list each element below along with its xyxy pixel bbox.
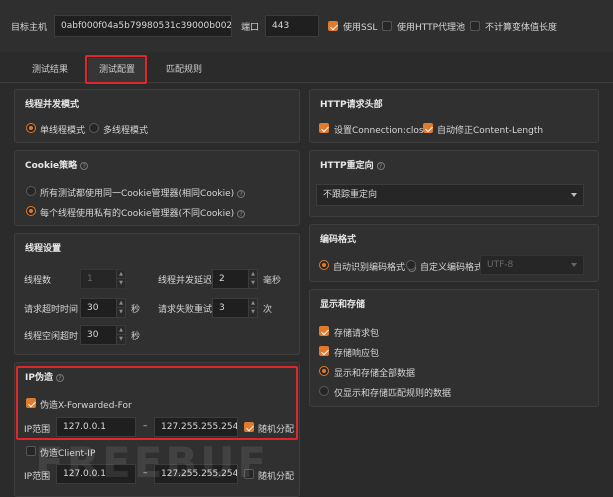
- chevron-down-icon[interactable]: [571, 193, 577, 197]
- chevron-up-icon[interactable]: ▲: [249, 299, 257, 308]
- show-all-label: 显示和存储全部数据: [334, 369, 416, 379]
- show-match-radio[interactable]: [319, 386, 329, 396]
- redirect-select[interactable]: 不跟踪重定向: [316, 184, 584, 206]
- redirect-title-text: HTTP重定向: [320, 161, 374, 171]
- tab-test-config-highlight: [85, 55, 147, 84]
- cookie-private-label: 每个线程使用私有的Cookie管理器(不同Cookie)?: [40, 206, 246, 219]
- encoding-custom-text: 自定义编码格式: [420, 263, 484, 273]
- fix-content-length-label: 自动修正Content-Length: [437, 126, 544, 136]
- help-icon[interactable]: ?: [237, 209, 246, 218]
- save-request-checkbox[interactable]: [319, 326, 329, 336]
- help-icon[interactable]: ?: [80, 161, 89, 170]
- multi-thread-label: 多线程模式: [103, 126, 149, 136]
- thread-delay-stepper[interactable]: ▲ ▼: [248, 270, 257, 288]
- multi-thread-radio[interactable]: [89, 123, 99, 133]
- retry-label: 请求失败重试: [158, 305, 213, 315]
- chevron-down-icon[interactable]: ▼: [249, 308, 257, 317]
- chevron-up-icon[interactable]: ▲: [117, 270, 125, 279]
- chevron-up-icon[interactable]: ▲: [117, 326, 125, 335]
- http-headers-title: HTTP请求头部: [320, 100, 383, 110]
- thread-delay-unit: 毫秒: [263, 276, 282, 286]
- chevron-down-icon[interactable]: ▼: [249, 279, 257, 288]
- thread-delay-label: 线程并发延迟: [158, 276, 213, 286]
- encoding-auto-label: 自动识别编码格式?: [333, 260, 417, 273]
- watermark-logo: FREEBUF: [35, 438, 270, 487]
- show-match-label: 仅显示和存储匹配规则的数据: [334, 389, 452, 399]
- redirect-title: HTTP重定向?: [320, 158, 385, 171]
- show-all-radio[interactable]: [319, 366, 329, 376]
- encoding-custom-radio[interactable]: [406, 260, 416, 270]
- chevron-down-icon[interactable]: ▼: [117, 308, 125, 317]
- retry-stepper[interactable]: ▲ ▼: [248, 299, 257, 317]
- save-response-checkbox[interactable]: [319, 346, 329, 356]
- fix-content-length-checkbox[interactable]: [423, 123, 433, 133]
- save-response-label: 存储响应包: [334, 349, 380, 359]
- use-ssl-checkbox[interactable]: [328, 21, 338, 31]
- thread-count-stepper[interactable]: ▲ ▼: [116, 270, 125, 288]
- thread-count-label: 线程数: [24, 276, 52, 286]
- no-length-checkbox[interactable]: [470, 21, 480, 31]
- save-request-label: 存储请求包: [334, 329, 380, 339]
- chevron-down-icon[interactable]: ▼: [117, 335, 125, 344]
- chevron-down-icon[interactable]: [571, 263, 577, 267]
- request-timeout-unit: 秒: [131, 305, 141, 315]
- xff-range-separator: –: [143, 421, 148, 431]
- xff-range-label: IP范围: [24, 425, 51, 435]
- tab-match-rules[interactable]: 匹配规则: [156, 58, 212, 82]
- retry-unit: 次: [263, 305, 273, 315]
- cookie-policy-title: Cookie策略?: [25, 158, 89, 171]
- connection-close-checkbox[interactable]: [319, 123, 329, 133]
- target-host-label: 目标主机: [11, 23, 48, 33]
- chevron-down-icon[interactable]: ▼: [117, 279, 125, 288]
- cookie-private-radio[interactable]: [26, 206, 36, 216]
- thread-settings-title: 线程设置: [25, 244, 62, 254]
- help-icon[interactable]: ?: [237, 189, 246, 198]
- chevron-up-icon[interactable]: ▲: [249, 270, 257, 279]
- encoding-custom-select[interactable]: UTF-8: [480, 255, 584, 275]
- use-proxy-label: 使用HTTP代理池: [397, 23, 466, 33]
- single-thread-radio[interactable]: [26, 123, 36, 133]
- storage-title: 显示和存储: [320, 300, 366, 310]
- xff-to-input[interactable]: 127.255.255.254: [154, 417, 238, 437]
- idle-timeout-label: 线程空闲超时: [24, 332, 79, 342]
- help-icon[interactable]: ?: [376, 161, 385, 170]
- target-host-input[interactable]: 0abf000f04a5b79980531c39000b0026: [54, 15, 232, 37]
- port-label: 端口: [241, 23, 260, 33]
- encoding-auto-radio[interactable]: [319, 260, 329, 270]
- xff-checkbox[interactable]: [26, 398, 36, 408]
- tab-test-results[interactable]: 测试结果: [22, 58, 78, 82]
- cookie-policy-title-text: Cookie策略: [25, 161, 78, 171]
- xff-label: 伪造X-Forwarded-For: [40, 401, 132, 411]
- cookie-shared-radio[interactable]: [26, 186, 36, 196]
- no-length-label: 不计算变体值长度: [485, 23, 558, 33]
- request-timeout-stepper[interactable]: ▲ ▼: [116, 299, 125, 317]
- xff-from-input[interactable]: 127.0.0.1: [56, 417, 136, 437]
- cookie-private-text: 每个线程使用私有的Cookie管理器(不同Cookie): [40, 209, 235, 219]
- encoding-title: 编码格式: [320, 235, 357, 245]
- single-thread-label: 单线程模式: [40, 126, 86, 136]
- thread-mode-title: 线程并发模式: [25, 100, 80, 110]
- idle-timeout-stepper[interactable]: ▲ ▼: [116, 326, 125, 344]
- use-proxy-checkbox[interactable]: [382, 21, 392, 31]
- connection-close-label: 设置Connection:close: [334, 126, 430, 136]
- cookie-shared-label: 所有测试都使用同一Cookie管理器(相同Cookie)?: [40, 186, 246, 199]
- chevron-up-icon[interactable]: ▲: [117, 299, 125, 308]
- encoding-auto-text: 自动识别编码格式: [333, 263, 406, 273]
- idle-timeout-unit: 秒: [131, 332, 141, 342]
- cookie-shared-text: 所有测试都使用同一Cookie管理器(相同Cookie): [40, 189, 235, 199]
- request-timeout-label: 请求超时时间: [24, 305, 79, 315]
- xff-random-checkbox[interactable]: [244, 422, 254, 432]
- xff-random-label: 随机分配: [258, 425, 295, 435]
- use-ssl-label: 使用SSL: [343, 23, 378, 33]
- port-input[interactable]: 443: [265, 15, 319, 37]
